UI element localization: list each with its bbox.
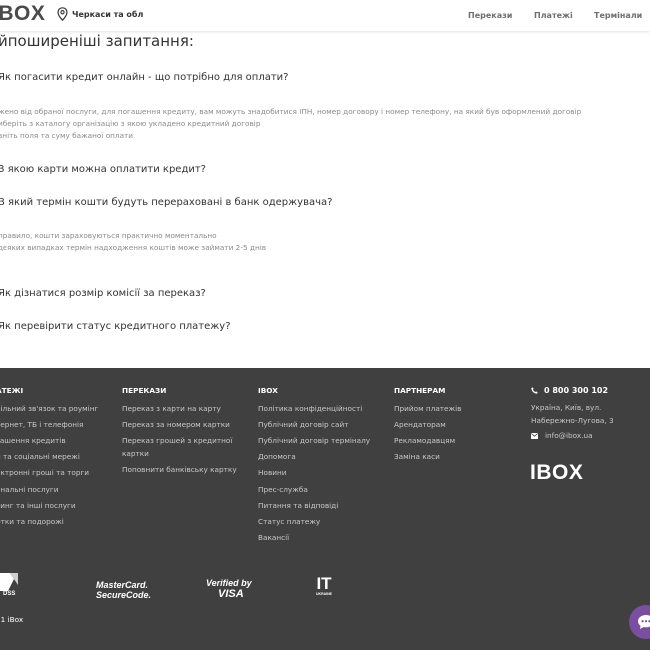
footer-link[interactable]: ртки та подорожі <box>0 515 64 528</box>
footer-payments-title: АТЕЖІ <box>0 386 24 395</box>
location-pin-icon <box>57 7 68 21</box>
footer-link[interactable]: ектронні гроші та торги <box>0 466 89 479</box>
footer-email[interactable]: info@ibox.ua <box>531 431 593 440</box>
pci-dss-label: DSS <box>3 591 16 597</box>
header: IBOX Черкаси та обл Перекази Платежі Тер… <box>0 0 650 31</box>
footer-link[interactable]: тинг та інші послуги <box>0 499 76 512</box>
verified-by-visa-badge: Verified by VISA <box>206 578 252 600</box>
footer-link[interactable]: Допомога <box>258 450 296 463</box>
visa-label: VISA <box>218 588 244 600</box>
nav-transfers[interactable]: Перекази <box>468 11 512 20</box>
footer-link[interactable]: Статус платежу <box>258 515 320 528</box>
footer: АТЕЖІ більний зв'язок та роумінг тернет,… <box>0 368 650 650</box>
faq-answer-line: правило, кошти зараховуються практично м… <box>0 231 217 240</box>
faq-question-5[interactable]: Як перевірити статус кредитного платежу? <box>0 321 231 332</box>
mastercard-securecode-badge: MasterCard. SecureCode. <box>96 580 151 600</box>
phone-number: 0 800 300 102 <box>544 386 609 395</box>
footer-link[interactable]: Переказ грошей з кредитної картки <box>122 434 240 460</box>
faq-question-2[interactable]: З якою карти можна оплатити кредит? <box>0 164 206 175</box>
location-selector[interactable]: Черкаси та обл <box>57 7 143 21</box>
faq-answer-line: иберіть з каталогу організацію з якою ук… <box>0 119 261 128</box>
footer-link[interactable]: Політика конфіденційності <box>258 402 362 415</box>
footer-address: Україна, Київ, вул. Набережно-Лугова, 3 <box>531 403 614 425</box>
footer-link[interactable]: Заміна каси <box>394 450 440 463</box>
pci-dss-badge: DSS <box>0 571 20 601</box>
footer-link[interactable]: Питання та відповіді <box>258 499 338 512</box>
chat-bubble-icon <box>638 615 650 629</box>
footer-phone[interactable]: 0 800 300 102 <box>531 386 608 395</box>
footer-ibox-title: IBOX <box>258 386 278 395</box>
copyright: 21 iBox <box>0 615 24 624</box>
securecode-label: SecureCode. <box>96 590 152 600</box>
footer-link[interactable]: Рекламодавцям <box>394 434 455 447</box>
footer-link[interactable]: Прес-служба <box>258 483 308 496</box>
footer-partners-title: ПАРТНЕРАМ <box>394 386 446 395</box>
it-ukraine-badge: IT UKRAINE <box>315 574 333 597</box>
footer-link[interactable]: тернет, ТБ і телефонія <box>0 418 83 431</box>
footer-link[interactable]: Арендаторам <box>394 418 446 431</box>
ibox-logo[interactable]: IBOX <box>0 2 45 26</box>
footer-link[interactable]: більний зв'язок та роумінг <box>0 402 98 415</box>
mastercard-label: MasterCard. <box>96 580 149 590</box>
footer-link[interactable]: Публічний договір сайт <box>258 418 348 431</box>
footer-link[interactable]: Переказ з карти на карту <box>122 402 221 415</box>
faq-question-4[interactable]: Як дізнатися розмір комісії за переказ? <box>0 288 206 299</box>
it-label: IT <box>316 574 332 593</box>
footer-link[interactable]: и та соціальні мережі <box>0 450 80 463</box>
nav-payments[interactable]: Платежі <box>534 11 573 20</box>
footer-link[interactable]: Новини <box>258 466 287 479</box>
footer-transfers-title: ПЕРЕКАЗИ <box>122 386 167 395</box>
footer-link[interactable]: гашення кредитів <box>0 434 66 447</box>
footer-link[interactable]: Вакансії <box>258 531 289 544</box>
phone-icon <box>531 387 538 394</box>
faq-question-3[interactable]: В який термін кошти будуть перераховані … <box>0 197 332 208</box>
footer-ibox-logo: IBOX <box>530 461 584 484</box>
ukraine-label: UKRAINE <box>316 592 332 596</box>
nav-terminals[interactable]: Термінали <box>594 11 642 20</box>
mail-icon <box>531 432 538 439</box>
footer-link[interactable]: Переказ за номером картки <box>122 418 230 431</box>
email-address: info@ibox.ua <box>545 431 593 440</box>
faq-answer-line: дєяких випадках термін надходження кошті… <box>0 243 267 252</box>
faq-answer-line: вніть поля та суму бажаної оплати <box>0 131 134 140</box>
faq-question-1[interactable]: Як погасити кредит онлайн - що потрібно … <box>0 72 288 83</box>
footer-link[interactable]: Поповнити банківську картку <box>122 463 237 476</box>
faq-answer-line: жено від обраної послуги, для погашення … <box>0 107 582 116</box>
faq-title: йпоширеніші запитання: <box>0 32 194 50</box>
footer-link[interactable]: унальні послуги <box>0 483 58 496</box>
location-label: Черкаси та обл <box>72 9 144 19</box>
footer-link[interactable]: Прийом платежів <box>394 402 461 415</box>
footer-link[interactable]: Публічний договір терміналу <box>258 434 370 447</box>
